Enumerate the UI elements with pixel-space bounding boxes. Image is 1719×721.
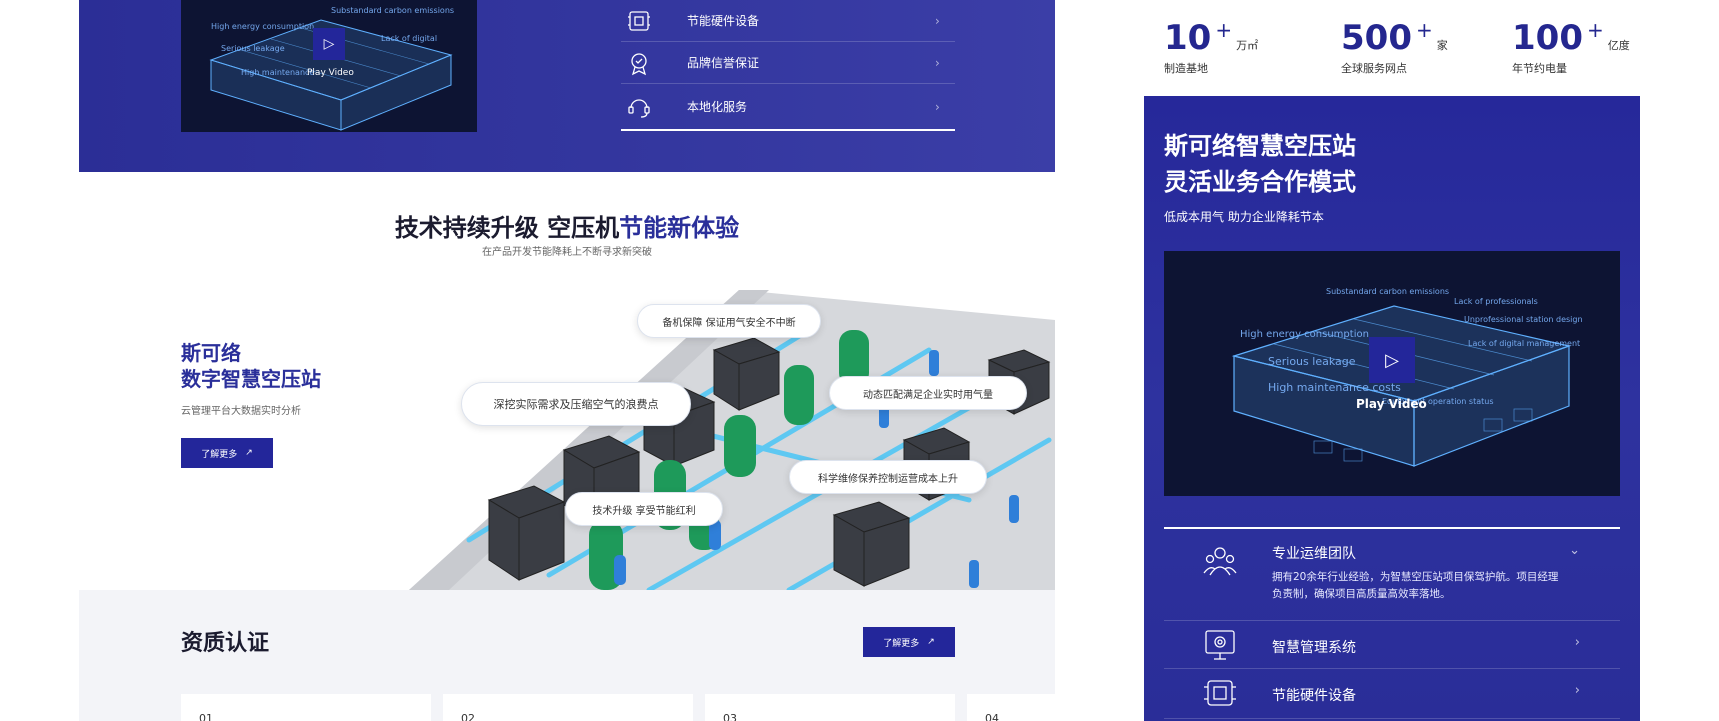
qualification-card[interactable]: 01 — [181, 694, 431, 721]
accordion-item-hardware[interactable]: 节能硬件设备 › — [1164, 669, 1620, 719]
cooperation-panel: 斯可络智慧空压站 灵活业务合作模式 低成本用气 助力企业降耗节本 Substan… — [1144, 96, 1640, 721]
panel-title-line-1: 斯可络智慧空压站 — [1164, 132, 1356, 160]
stat-desc: 制造基地 — [1164, 62, 1208, 75]
overlay-label: Lack of digital — [381, 34, 438, 43]
learn-more-button[interactable]: 了解更多 ↗ — [181, 438, 273, 468]
arrow-up-right-icon: ↗ — [245, 448, 253, 458]
stat-item: 10 +万㎡ 制造基地 — [1164, 18, 1258, 76]
stat-number: 100 — [1512, 18, 1583, 58]
brand-line-2: 数字智慧空压站 — [181, 367, 321, 391]
support-icon — [625, 93, 653, 121]
accordion-description: 拥有20余年行业经验，为智慧空压站项目保驾护航。项目经理负责制，确保项目高质量高… — [1272, 571, 1559, 600]
stat-unit: 家 — [1436, 39, 1448, 52]
stat-unit: 万㎡ — [1236, 39, 1259, 52]
accordion-label: 智慧管理系统 — [1272, 640, 1356, 656]
chevron-right-icon: › — [1574, 683, 1580, 698]
hardware-icon — [1202, 675, 1238, 711]
brand-subtitle: 云管理平台大数据实时分析 — [181, 406, 301, 417]
service-item-local[interactable]: 本地化服务 › — [621, 84, 955, 131]
card-number: 04 — [985, 712, 999, 721]
service-label: 节能硬件设备 — [687, 14, 760, 28]
right-column: 10 +万㎡ 制造基地 500 +家 全球服务网点 100 +亿度 年节约电量 斯可络… — [1144, 0, 1640, 721]
arrow-up-right-icon: ↗ — [927, 637, 935, 647]
qualification-learn-more-button[interactable]: 了解更多 ↗ — [863, 627, 955, 657]
video-thumbnail[interactable]: Substandard carbon emissions Lack of pro… — [1164, 251, 1620, 496]
qualification-card[interactable]: 03 — [705, 694, 955, 721]
qualification-card[interactable]: 04 — [967, 694, 1055, 721]
stat-desc: 全球服务网点 — [1341, 62, 1407, 75]
service-item-hardware[interactable]: 节能硬件设备 › — [621, 0, 955, 42]
stat-item: 500 +家 全球服务网点 — [1341, 18, 1448, 76]
feature-bubble: 动态匹配满足企业实时用气量 — [829, 376, 1027, 410]
play-button[interactable]: ▷ — [1369, 337, 1415, 383]
hardware-icon — [625, 7, 653, 35]
left-column: High energy consumption Substandard carb… — [79, 0, 1055, 721]
tech-title-accent: 节能新体验 — [619, 214, 740, 242]
qualification-title: 资质认证 — [181, 631, 270, 656]
feature-bubble: 深挖实际需求及压缩空气的浪费点 — [461, 382, 691, 426]
tech-subtitle: 在产品开发节能降耗上不断寻求新突破 — [482, 247, 652, 258]
video-thumbnail[interactable]: High energy consumption Substandard carb… — [181, 0, 477, 132]
chevron-right-icon: › — [1574, 635, 1580, 650]
tech-title: 技术持续升级 空压机节能新体验 — [79, 208, 1055, 243]
services-band: High energy consumption Substandard carb… — [79, 0, 1055, 172]
chevron-down-icon: ⌄ — [1569, 543, 1580, 558]
building-wireframe-illustration — [209, 19, 453, 131]
stat-plus: + — [1215, 18, 1233, 42]
service-label: 品牌信誉保证 — [687, 56, 760, 70]
feature-bubble: 备机保障 保证用气安全不中断 — [637, 304, 821, 338]
panel-subtitle: 低成本用气 助力企业降耗节本 — [1164, 210, 1324, 224]
stat-number: 10 — [1164, 18, 1212, 58]
overlay-label: Serious leakage — [221, 44, 285, 53]
tech-title-dark: 技术持续升级 空压机 — [394, 214, 620, 242]
accordion-label: 节能硬件设备 — [1272, 688, 1356, 704]
stat-item: 100 +亿度 年节约电量 — [1512, 18, 1630, 76]
chevron-right-icon: › — [935, 13, 940, 28]
play-button[interactable]: ▷ — [313, 28, 345, 60]
qualification-card[interactable]: 02 — [443, 694, 693, 721]
service-label: 本地化服务 — [687, 100, 748, 114]
stat-unit: 亿度 — [1607, 39, 1630, 52]
brand-line-1: 斯可络 — [181, 341, 241, 365]
brand-heading: 斯可络 数字智慧空压站 — [181, 340, 321, 392]
panel-title: 斯可络智慧空压站 灵活业务合作模式 — [1164, 128, 1356, 200]
card-number: 01 — [199, 712, 213, 721]
stat-plus: + — [1586, 18, 1604, 42]
learn-more-label: 了解更多 — [201, 449, 238, 460]
card-number: 03 — [723, 712, 737, 721]
chevron-right-icon: › — [935, 99, 940, 114]
play-icon: ▷ — [323, 36, 335, 52]
play-video-label: Play Video — [307, 68, 354, 78]
overlay-label: High maintenance — [241, 68, 315, 77]
play-icon: ▷ — [1385, 349, 1399, 371]
feature-bubble: 技术升级 享受节能红利 — [565, 492, 723, 526]
overlay-label: High energy consumption — [1240, 329, 1369, 340]
learn-more-label: 了解更多 — [883, 638, 920, 649]
overlay-label: High energy consumption — [211, 22, 315, 31]
overlay-label: Serious leakage — [1268, 355, 1356, 368]
overlay-label: Substandard carbon emissions — [1326, 287, 1450, 296]
card-number: 02 — [461, 712, 475, 721]
stat-plus: + — [1415, 18, 1433, 42]
feature-bubble: 科学维修保养控制运营成本上升 — [789, 460, 987, 494]
stat-number: 500 — [1341, 18, 1412, 58]
team-icon — [1202, 543, 1238, 579]
stats-bar: 10 +万㎡ 制造基地 500 +家 全球服务网点 100 +亿度 年节约电量 — [1144, 0, 1640, 96]
chevron-right-icon: › — [935, 55, 940, 70]
accordion-label: 专业运维团队 — [1272, 546, 1356, 562]
overlay-label: Unprofessional station design — [1464, 315, 1583, 324]
accordion-item-smart-system[interactable]: 智慧管理系统 › — [1164, 621, 1620, 669]
service-item-brand[interactable]: 品牌信誉保证 › — [621, 42, 955, 84]
accordion-item-ops-team[interactable]: 专业运维团队 ⌄ 拥有20余年行业经验，为智慧空压站项目保驾护航。项目经理负责制… — [1164, 529, 1620, 621]
badge-icon — [625, 49, 653, 77]
stat-desc: 年节约电量 — [1512, 62, 1567, 75]
overlay-label: Substandard carbon emissions — [331, 6, 455, 15]
panel-title-line-2: 灵活业务合作模式 — [1164, 168, 1356, 196]
overlay-label: Lack of professionals — [1454, 297, 1538, 306]
gear-monitor-icon — [1202, 627, 1238, 663]
overlay-label: Lack of digital management — [1468, 339, 1581, 348]
play-video-label: Play Video — [1356, 397, 1427, 411]
